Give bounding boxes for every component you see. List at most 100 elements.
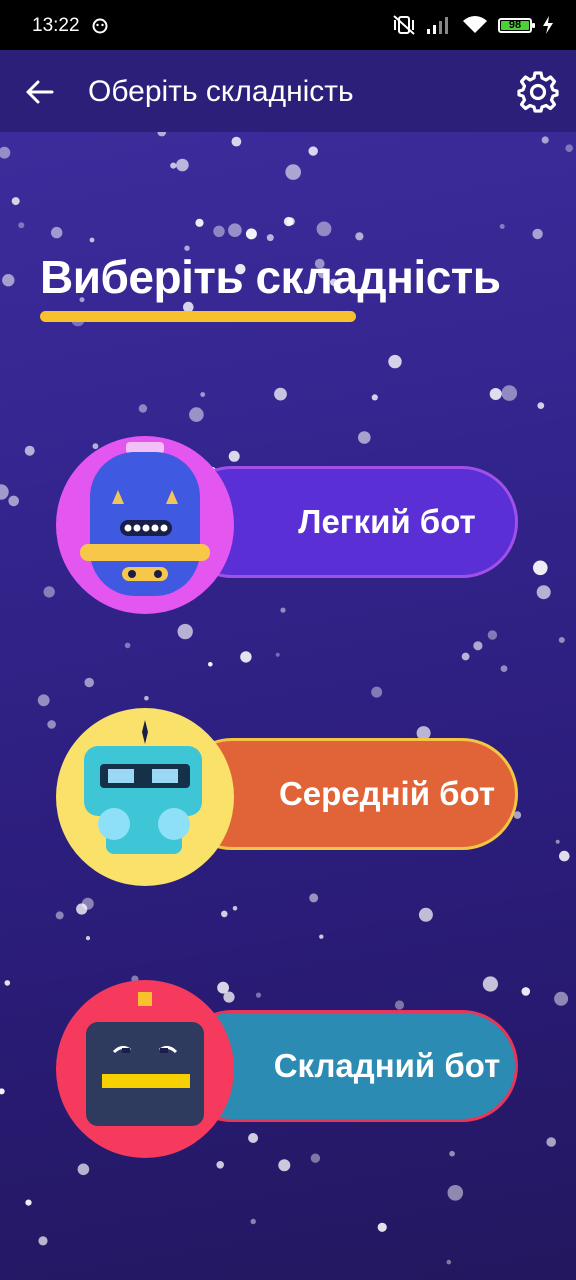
- signal-icon: [427, 17, 448, 34]
- snowflake: [84, 677, 94, 688]
- hard-bot-label: Складний бот: [273, 1047, 501, 1084]
- snowflake: [2, 274, 15, 287]
- snowflake: [388, 354, 402, 369]
- snowflake: [250, 1218, 256, 1225]
- hard-robot-icon: [86, 992, 204, 1126]
- snowflake: [177, 623, 193, 640]
- snowflake: [489, 388, 502, 400]
- snowflake: [541, 136, 549, 144]
- snowflake: [274, 387, 287, 401]
- snowflake: [533, 560, 548, 576]
- status-bar: 13:22 98: [0, 0, 576, 50]
- snowflake: [51, 226, 63, 239]
- snowflake: [221, 910, 228, 918]
- snowflake: [245, 228, 257, 240]
- snowflake: [213, 225, 225, 237]
- snowflake: [232, 906, 238, 911]
- back-arrow-icon[interactable]: [20, 72, 60, 112]
- snowflake: [231, 136, 242, 147]
- page-title: Виберіть складність: [40, 251, 501, 303]
- snowflake: [144, 695, 149, 701]
- snowflake: [501, 385, 518, 401]
- snowflake: [228, 223, 242, 237]
- snowflake: [266, 234, 274, 242]
- wifi-icon: [463, 16, 487, 33]
- snowflake: [371, 394, 378, 401]
- app-bar: Оберіть складність: [0, 50, 576, 132]
- snowflake: [124, 642, 131, 649]
- snowflake: [309, 893, 319, 903]
- snowflake: [446, 1259, 452, 1265]
- snowflake: [200, 392, 206, 397]
- gear-icon[interactable]: [516, 70, 560, 114]
- snowflake: [283, 216, 294, 227]
- medium-bot-label: Середній бот: [278, 775, 496, 812]
- snowflake: [285, 164, 302, 180]
- easy-bot-avatar[interactable]: [56, 436, 234, 614]
- snowflake: [195, 218, 204, 227]
- snowflake: [81, 897, 94, 910]
- battery-indicator: 98: [498, 17, 535, 33]
- snowflake: [77, 1163, 90, 1176]
- screen: 13:22 98 Оберіть складність Виберіть скл…: [0, 0, 576, 1280]
- snowflake: [500, 665, 508, 672]
- snowflake: [499, 224, 505, 229]
- snowflake: [25, 1199, 32, 1206]
- snowflake: [47, 720, 56, 729]
- title-underline: [40, 311, 356, 322]
- snowflake: [138, 404, 148, 413]
- snowflake: [418, 907, 433, 922]
- snowflake: [89, 237, 95, 243]
- snowflake: [4, 980, 11, 986]
- snowflake: [377, 1222, 387, 1232]
- snowflake: [558, 637, 565, 643]
- medium-bot-avatar[interactable]: [56, 708, 234, 886]
- snowflake: [208, 662, 213, 667]
- snowflake: [546, 1137, 556, 1147]
- snowflake: [0, 1088, 5, 1095]
- easy-bot-button[interactable]: Легкий бот: [56, 436, 522, 614]
- snowflake: [170, 162, 177, 169]
- vibrate-muted-icon: [393, 15, 415, 35]
- snowflake: [555, 839, 560, 844]
- snowflake: [473, 641, 483, 651]
- snowflake: [371, 686, 383, 698]
- snowflake: [55, 911, 64, 920]
- snowflake: [18, 222, 25, 229]
- snowflake: [157, 132, 167, 137]
- snowflake: [11, 197, 20, 206]
- notification-face-icon: [92, 18, 108, 34]
- medium-bot-button[interactable]: Середній бот: [56, 708, 522, 886]
- snowflake: [76, 903, 88, 915]
- hard-bot-avatar[interactable]: [56, 980, 234, 1158]
- status-time: 13:22: [32, 15, 80, 36]
- medium-robot-icon: [84, 720, 202, 854]
- snowflake: [319, 934, 324, 939]
- easy-bot-label: Легкий бот: [298, 503, 476, 540]
- snowflake: [355, 232, 364, 241]
- snowflake: [565, 144, 573, 152]
- snowflake: [447, 1185, 464, 1201]
- snowflake: [275, 652, 280, 657]
- snowflake: [554, 991, 569, 1006]
- snowflake: [461, 652, 470, 661]
- snowflake: [487, 630, 498, 640]
- snowflake: [216, 1161, 224, 1169]
- snowflake: [521, 987, 531, 996]
- hard-bot-button[interactable]: Складний бот: [56, 980, 522, 1158]
- charging-icon: [543, 16, 553, 34]
- snowflake: [176, 158, 189, 172]
- snowflake: [286, 217, 295, 226]
- snowflake: [189, 407, 204, 422]
- snowflake: [8, 495, 19, 507]
- snowflake: [0, 484, 9, 500]
- snowflake: [559, 850, 570, 862]
- snowflake: [532, 228, 543, 240]
- snowflake: [0, 146, 11, 159]
- snowflake: [85, 936, 91, 941]
- snowflake: [537, 402, 545, 409]
- snowflake: [536, 585, 551, 600]
- snowflake: [278, 1159, 291, 1172]
- easy-robot-icon: [80, 442, 210, 596]
- app-bar-title: Оберіть складність: [88, 75, 354, 108]
